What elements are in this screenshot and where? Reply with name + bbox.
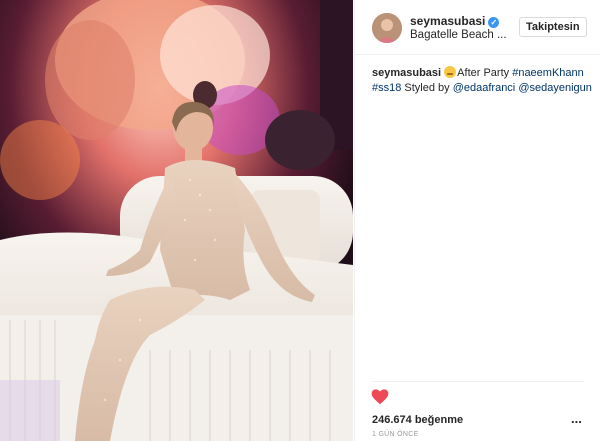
more-options-icon[interactable]: ... bbox=[571, 412, 582, 425]
caption-text: After Party bbox=[457, 67, 513, 79]
face-emoji-icon bbox=[444, 66, 457, 78]
heart-icon[interactable] bbox=[371, 389, 389, 405]
post-timestamp[interactable]: 1 GÜN ÖNCE bbox=[372, 431, 419, 438]
caption-username[interactable]: seymasubasi bbox=[372, 67, 441, 79]
post-caption: seymasubasi After Party #naeemKhann #ss1… bbox=[372, 66, 592, 96]
hashtag-link[interactable]: #naeemKhann bbox=[512, 67, 584, 79]
mention-link[interactable]: @edaafranci bbox=[453, 82, 516, 94]
username[interactable]: seymasubasi bbox=[410, 14, 485, 28]
follow-button[interactable]: Takiptesin bbox=[519, 17, 587, 37]
avatar[interactable] bbox=[372, 13, 402, 43]
post-sidebar: seymasubasi ✓ Bagatelle Beach ... Takipte… bbox=[354, 0, 600, 441]
post-photo[interactable] bbox=[0, 0, 353, 441]
username-link[interactable]: seymasubasi ✓ bbox=[410, 14, 500, 28]
post-header: seymasubasi ✓ Bagatelle Beach ... Takipte… bbox=[355, 0, 600, 55]
mention-link[interactable]: @sedayenigun bbox=[518, 82, 592, 94]
location-link[interactable]: Bagatelle Beach ... bbox=[410, 29, 507, 41]
divider bbox=[372, 381, 584, 382]
caption-text: Styled by bbox=[401, 82, 453, 94]
like-count[interactable]: 246.674 beğenme bbox=[372, 414, 463, 426]
hashtag-link[interactable]: #ss18 bbox=[372, 82, 401, 94]
verified-badge-icon: ✓ bbox=[488, 17, 500, 28]
